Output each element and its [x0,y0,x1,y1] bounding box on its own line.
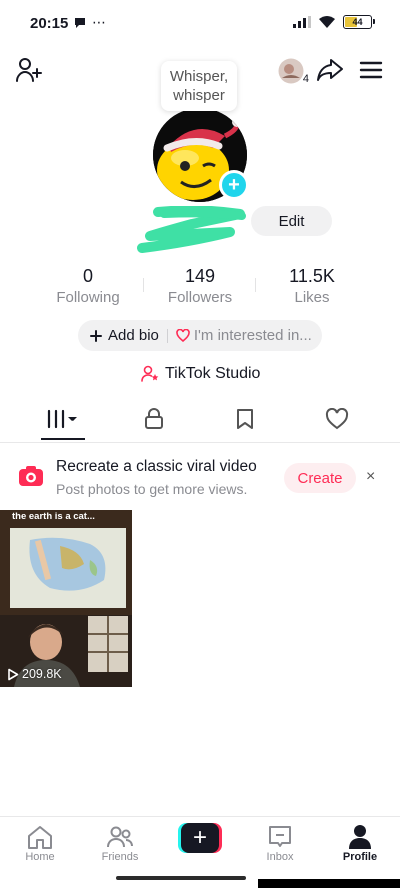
notification-count: 4 [302,73,309,85]
video-caption: the earth is a cat... [12,511,95,522]
stat-followers[interactable]: 149 Followers [145,264,255,308]
stat-divider [143,278,144,292]
add-bio-button[interactable]: Add bio [90,327,159,344]
promo-create-button[interactable]: Create [284,463,356,493]
camera-icon [17,464,45,493]
home-icon [28,826,52,849]
promo-banner: Recreate a classic viral video Post phot… [0,444,400,508]
bio-pill: Add bio I'm interested in... [78,320,322,351]
wifi-icon [319,16,335,28]
heart-icon [325,408,349,430]
redacted-username [137,206,246,253]
video-views-label: 209.8K [22,667,62,681]
promo-title: Recreate a classic viral video [56,458,257,475]
active-tab-indicator [41,438,85,440]
share-button[interactable] [315,56,345,84]
share-arrow-icon [317,59,343,81]
friends-icon [107,826,133,848]
video-thumbnail[interactable]: the earth is a cat... 209.8K [0,510,132,687]
video-preview-image [0,510,132,687]
battery-icon: 44 [343,15,375,29]
hamburger-menu-icon [359,61,383,79]
add-bio-label: Add bio [108,327,159,344]
play-icon [8,668,19,680]
grid-icon [47,409,77,429]
inbox-icon [269,826,291,847]
video-view-count: 209.8K [7,667,62,681]
add-friend-button[interactable] [14,56,44,84]
promo-close-button[interactable]: × [366,468,375,486]
bottom-nav: Home Friends + Inbox Profile [0,816,400,874]
followers-label: Followers [167,289,233,306]
nav-create-button[interactable]: + [178,823,222,853]
small-avatar [278,58,304,84]
avatar-add-button[interactable]: + [219,170,249,200]
followers-count: 149 [184,266,216,286]
edit-profile-button[interactable]: Edit [251,206,332,236]
nav-inbox[interactable]: Inbox [240,823,320,863]
promo-subtitle: Post photos to get more views. [56,481,248,497]
nav-home-label: Home [25,851,55,863]
tiktok-studio-link[interactable]: TikTok Studio [141,365,260,383]
profile-icon [349,825,371,849]
username-row: Edit [0,206,400,253]
signal-icon [293,16,311,28]
bio-divider [166,328,168,343]
system-bar-segment [258,879,400,888]
bookmark-icon [237,409,253,429]
add-person-icon [16,58,42,82]
likes-label: Likes [294,289,330,306]
following-label: Following [56,289,120,306]
nav-home[interactable]: Home [0,823,80,863]
nav-profile[interactable]: Profile [320,823,400,863]
nav-friends-label: Friends [101,851,139,863]
tab-liked[interactable] [287,395,387,443]
nav-friends[interactable]: Friends [80,823,160,863]
tab-videos[interactable] [13,395,113,443]
whisper-bubble[interactable]: Whisper, whisper [161,61,237,111]
menu-button[interactable] [357,56,385,84]
create-plus-icon: + [181,823,219,853]
status-bar: 20:15 ⋯ 44 [0,0,400,48]
chat-bubble-icon [75,17,85,28]
studio-label: TikTok Studio [165,365,261,382]
tab-favorites[interactable] [195,395,295,443]
profile-stats: 0 Following 149 Followers 11.5K Likes [0,264,400,314]
studio-person-star-icon [141,365,159,382]
status-right: 44 [293,15,375,29]
content-tabs [0,395,400,443]
stat-divider [255,278,256,292]
interests-label: I'm interested in... [193,327,312,344]
home-indicator[interactable] [116,876,246,880]
avatar-container[interactable]: + [153,108,249,202]
stat-likes[interactable]: 11.5K Likes [257,264,367,308]
heart-outline-icon [176,329,190,342]
notification-avatar-button[interactable]: 4 [273,55,309,87]
nav-profile-label: Profile [342,851,378,863]
nav-inbox-label: Inbox [266,851,294,863]
stat-following[interactable]: 0 Following [33,264,143,308]
lock-icon [145,408,163,429]
status-time: 20:15 [30,15,69,32]
status-more: ⋯ [92,14,106,30]
following-count: 0 [82,266,93,286]
likes-count: 11.5K [289,266,335,286]
plus-icon [90,329,102,342]
status-notifications: ⋯ [74,14,106,31]
interests-button[interactable]: I'm interested in... [176,327,312,344]
tab-private[interactable] [104,395,204,443]
